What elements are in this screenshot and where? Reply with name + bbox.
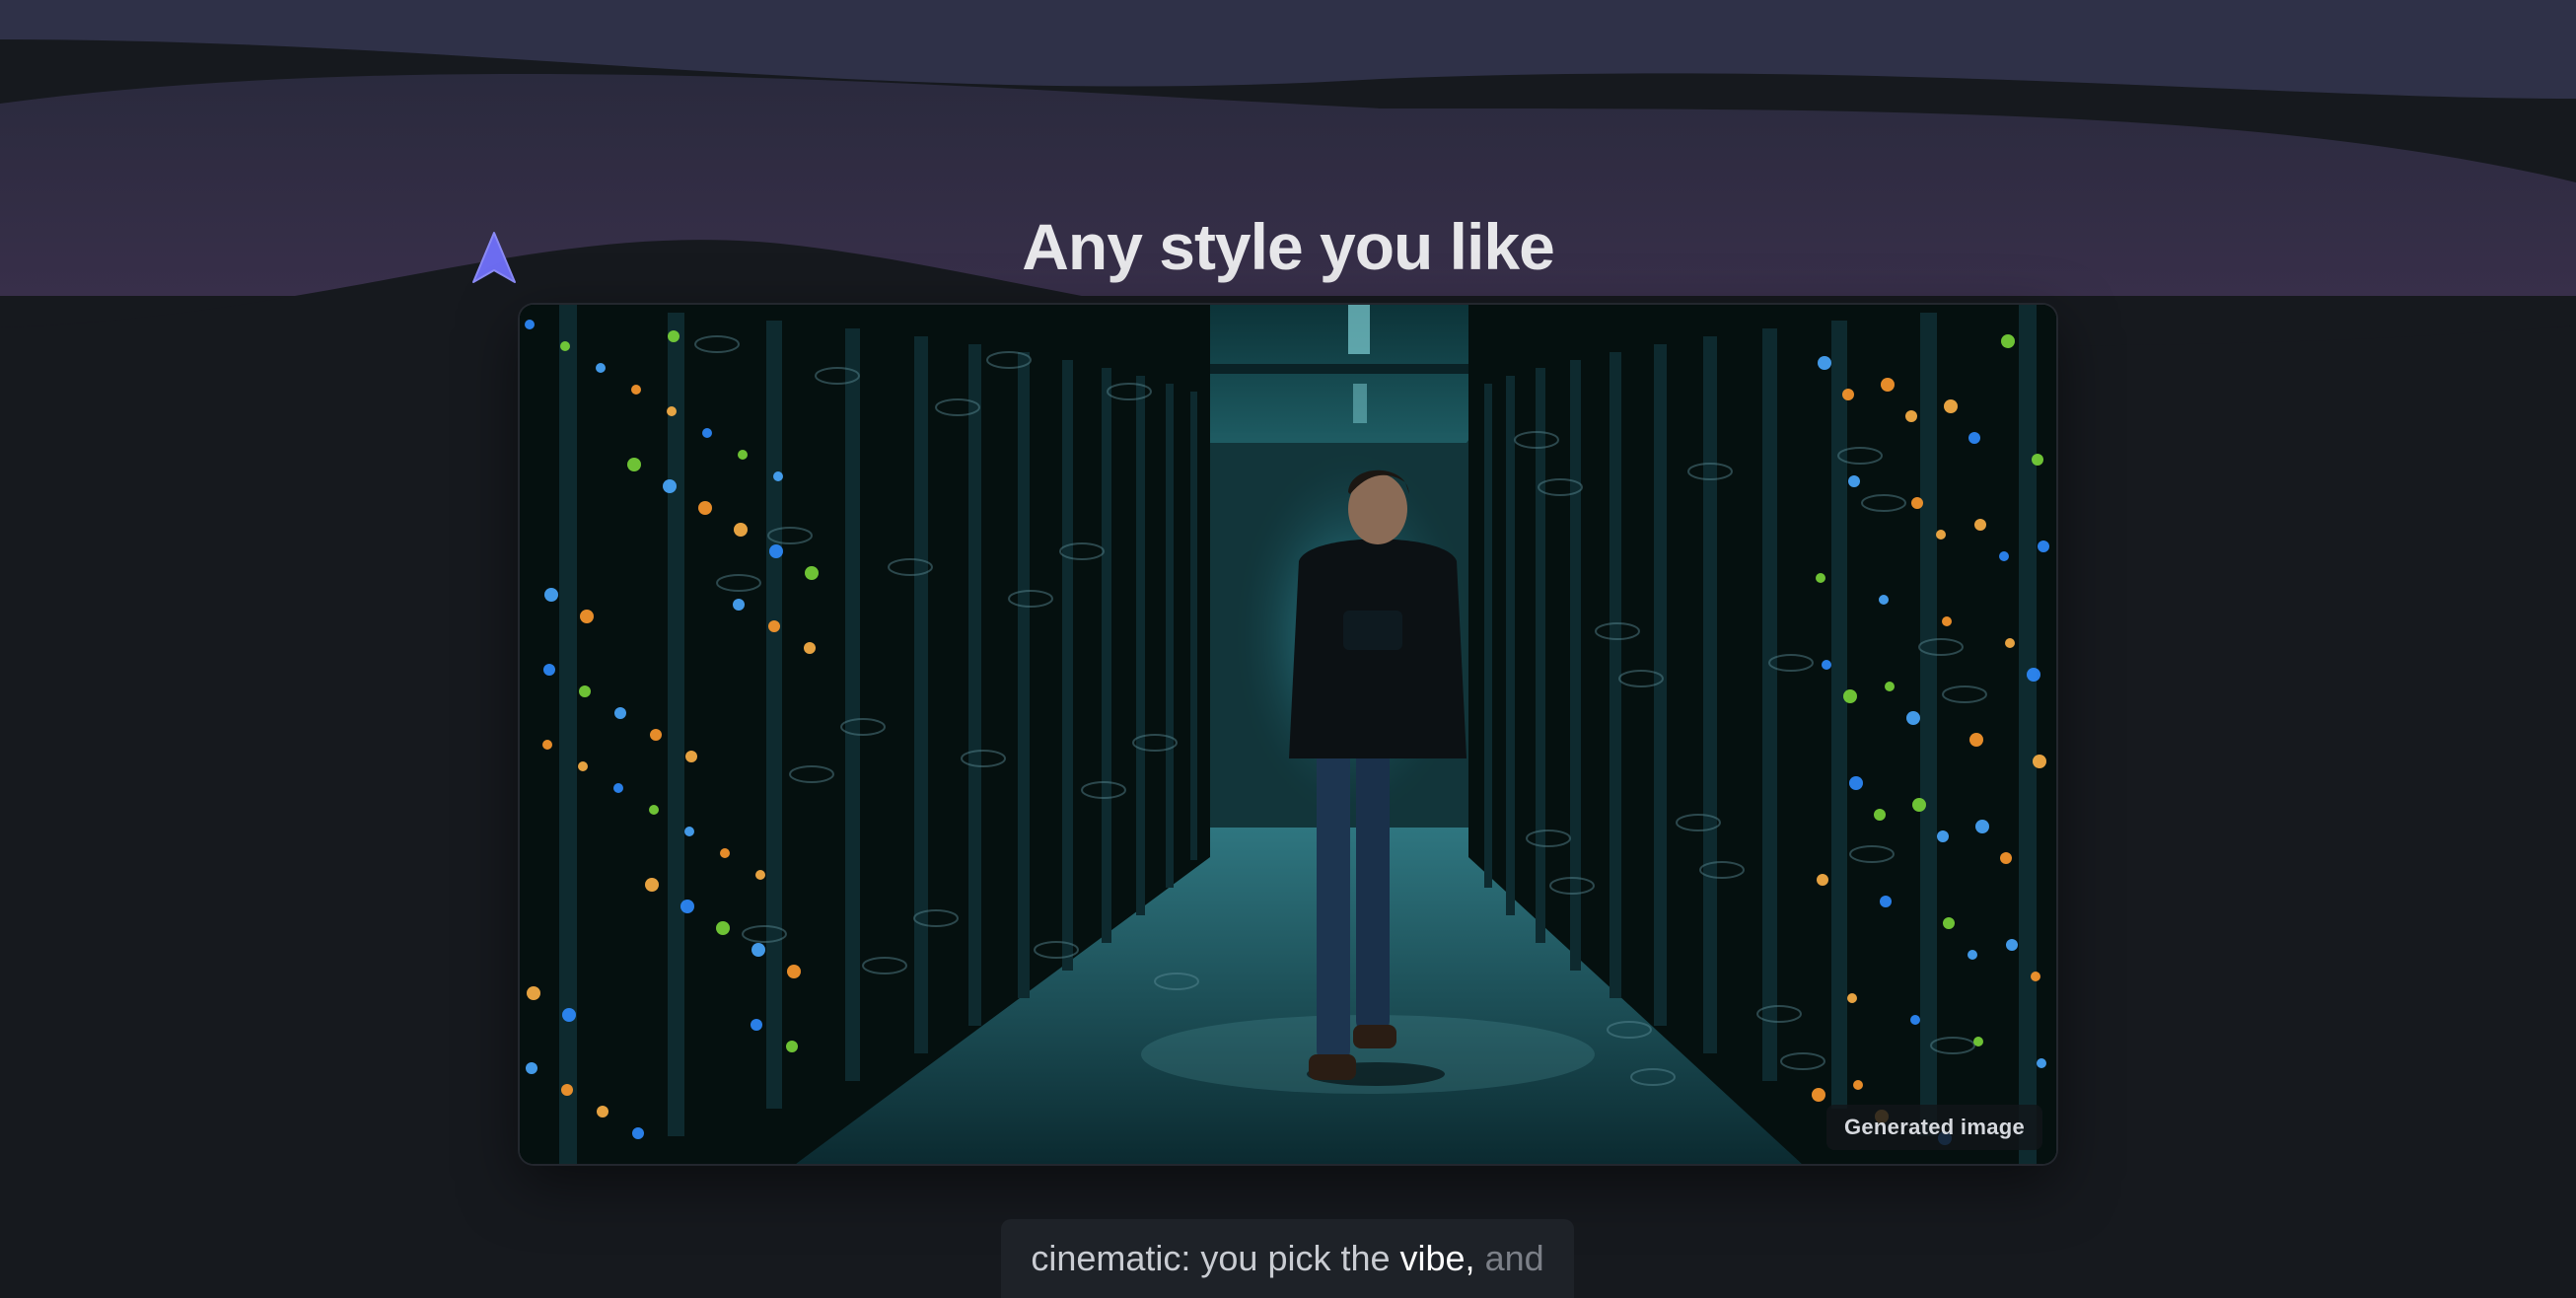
caption-tail: and (1484, 1238, 1544, 1278)
server-room-image (520, 305, 2056, 1164)
caption-text: cinematic: you pick the vibe, and (1001, 1219, 1574, 1298)
caption-part: cinematic: you pick the (1031, 1238, 1400, 1278)
page-title: Any style you like (1022, 210, 1555, 283)
generated-image-badge: Generated image (1825, 1105, 2042, 1150)
generated-image-frame: Generated image (520, 305, 2056, 1164)
caption-highlight: vibe, (1399, 1238, 1475, 1278)
